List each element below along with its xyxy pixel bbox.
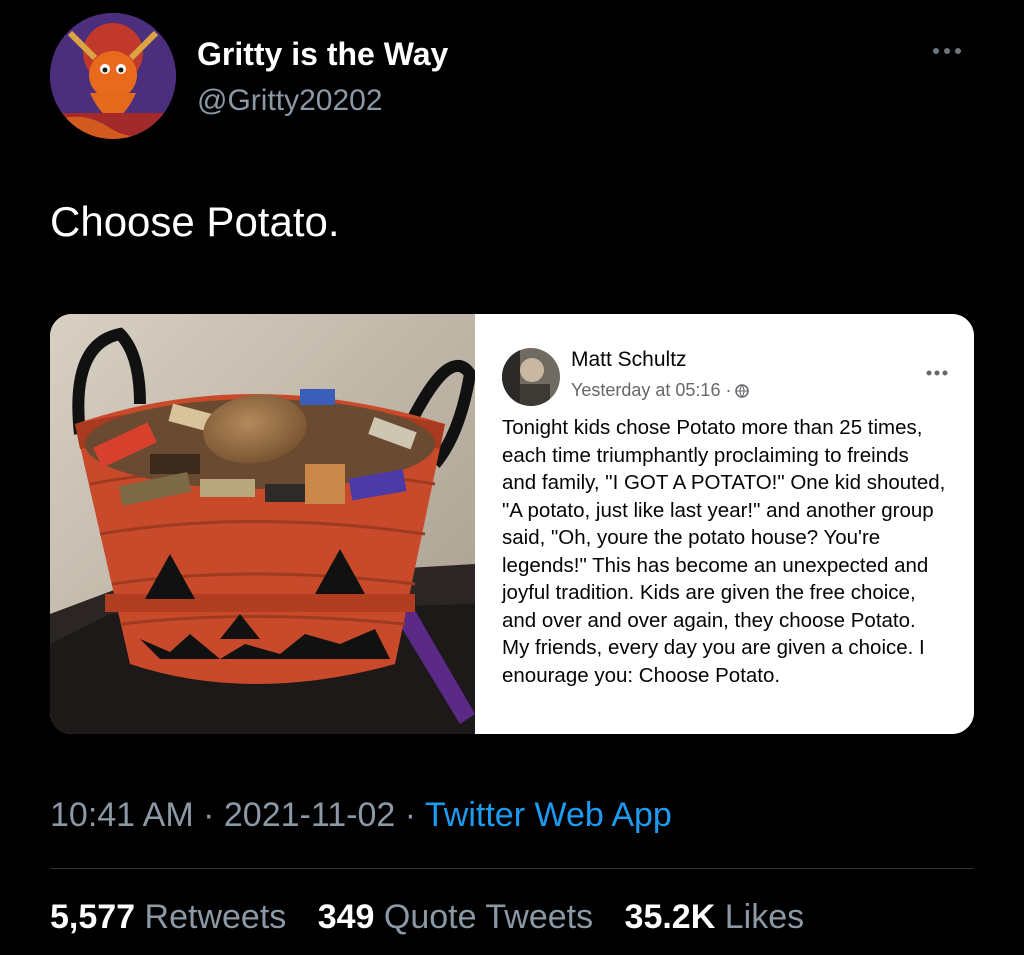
author-display-name[interactable]: Gritty is the Way [197,36,448,73]
fb-post-body: Tonight kids chose Potato more than 25 t… [502,414,962,689]
fb-post-line: each time triumphantly proclaiming to fr… [502,443,909,467]
quote-tweets-stat[interactable]: 349 Quote Tweets [318,898,593,936]
tweet-time[interactable]: 10:41 AM [50,796,194,834]
engagement-stats: 5,577 Retweets 349 Quote Tweets 35.2K Li… [50,898,826,937]
embedded-facebook-post: Matt Schultz Yesterday at 05:16 · Tonigh… [475,314,974,734]
gritty-avatar-icon [50,13,176,139]
more-options-icon[interactable] [922,36,972,66]
likes-stat[interactable]: 35.2K Likes [625,898,805,936]
fb-post-line: and family, "I GOT A POTATO!" One kid sh… [502,471,946,494]
divider [50,868,974,869]
quote-tweets-label: Quote Tweets [383,898,594,936]
retweets-count: 5,577 [50,898,136,936]
globe-icon [735,383,750,398]
fb-more-options-icon [922,366,952,378]
tweet-text: Choose Potato. [50,198,340,245]
likes-count: 35.2K [624,898,716,936]
tweet-timestamp-line: 10:41 AM · 2021-11-02 · Twitter Web App [50,796,672,835]
author-avatar[interactable] [50,13,176,139]
separator: · [395,796,425,834]
tweet-source-link[interactable]: Twitter Web App [425,796,672,834]
fb-post-line: legends!" This has become an unexpected … [502,553,929,577]
retweets-label: Retweets [144,898,287,936]
separator: · [193,796,224,834]
tweet-date[interactable]: 2021-11-02 [224,796,395,834]
fb-author-name: Matt Schultz [571,348,687,371]
fb-post-line: "A potato, just like last year!" and ano… [502,498,934,522]
fb-post-line: My friends, every day you are given a ch… [502,636,925,659]
candy-basket-photo [50,314,477,734]
likes-label: Likes [724,898,805,936]
tweet-media-image[interactable]: Matt Schultz Yesterday at 05:16 · Tonigh… [50,314,974,734]
quote-tweets-count: 349 [317,898,375,936]
author-handle[interactable]: @Gritty20202 [197,84,383,118]
retweets-stat[interactable]: 5,577 Retweets [50,898,286,936]
fb-post-meta: Yesterday at 05:16 · [571,380,750,401]
fb-post-line: and over and over again, they choose Pot… [502,608,916,632]
fb-post-line: said, "Oh, youre the potato house? You'r… [502,526,881,549]
fb-author-avatar [502,348,560,406]
fb-post-timestamp: Yesterday at 05:16 · [571,380,732,400]
fb-post-line: Tonight kids chose Potato more than 25 t… [502,416,923,439]
fb-post-line: enourage you: Choose Potato. [502,663,781,687]
fb-post-line: joyful tradition. Kids are given the fre… [502,581,916,604]
